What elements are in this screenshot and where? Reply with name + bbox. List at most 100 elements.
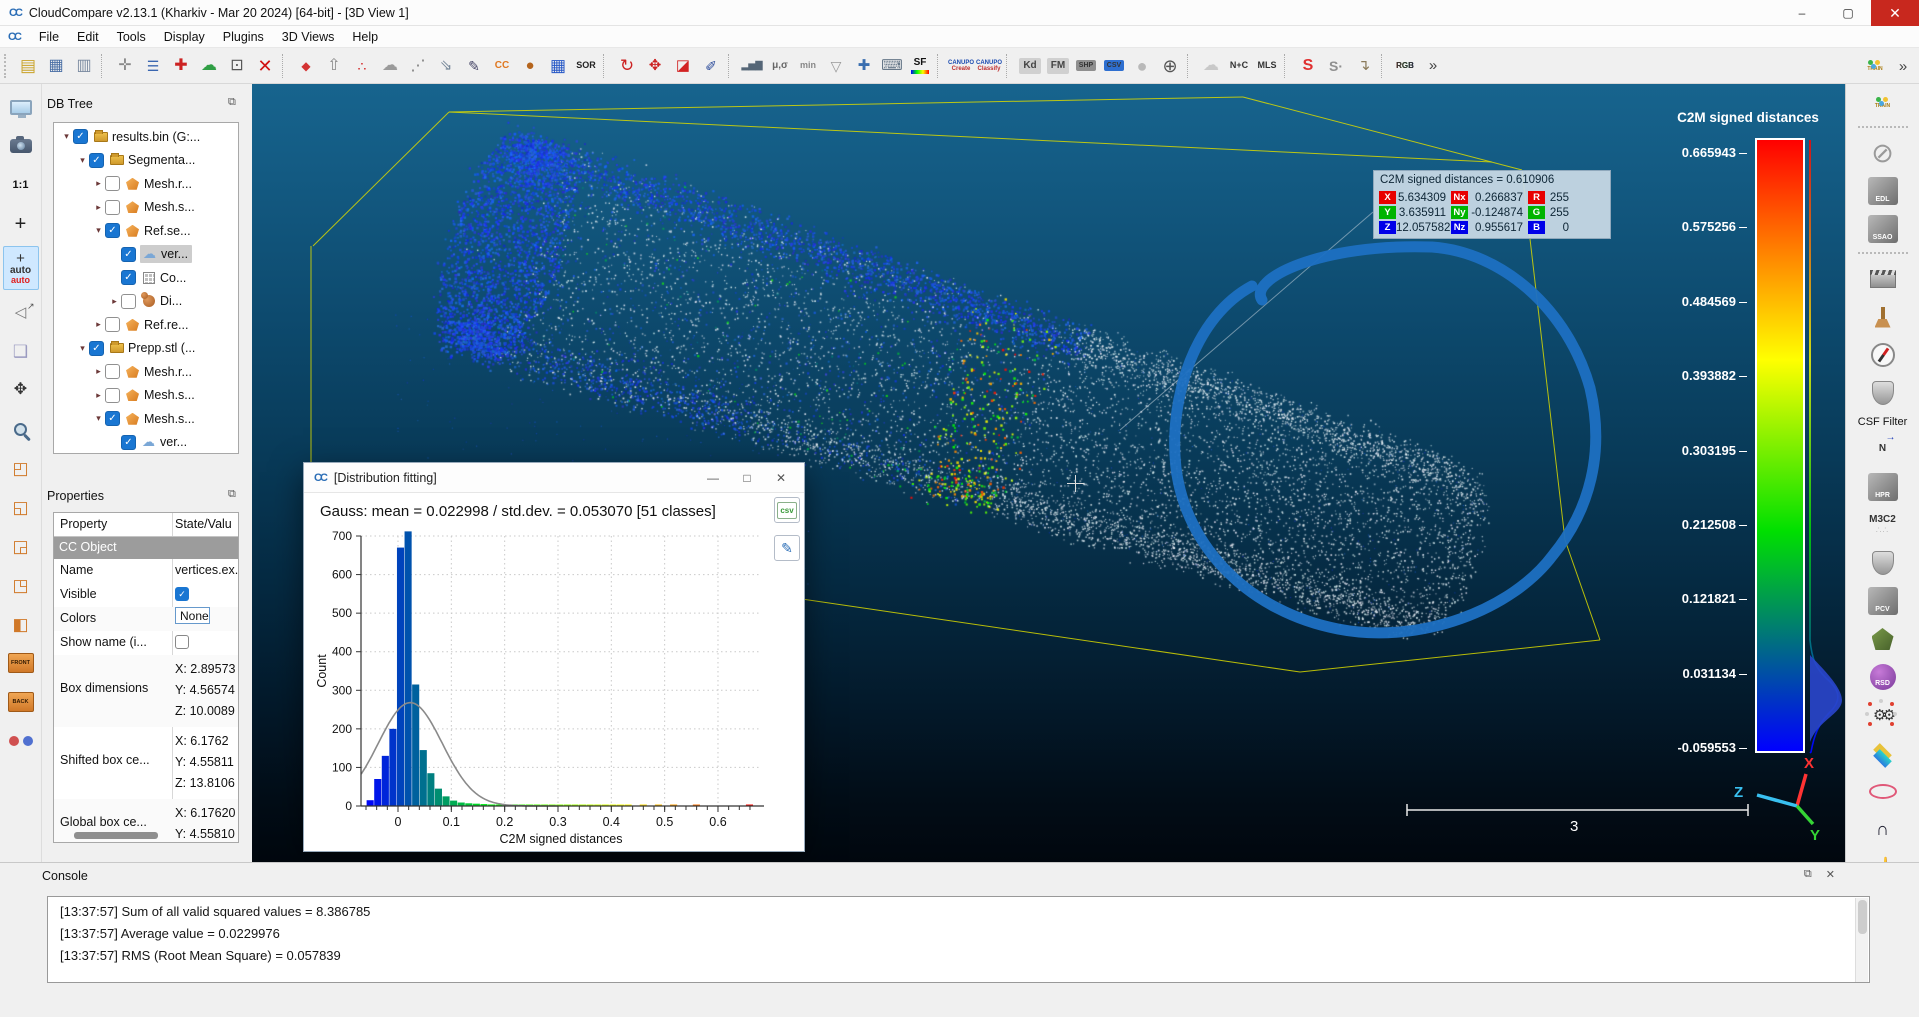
sf-color-scale[interactable]: SF xyxy=(906,52,934,80)
tree-checkbox[interactable]: ✓ xyxy=(89,341,104,356)
tree-checkbox[interactable]: ✓ xyxy=(105,411,120,426)
console-scrollbar[interactable] xyxy=(1855,898,1868,983)
tree-expand-arrow[interactable]: ▸ xyxy=(92,390,105,401)
console-log[interactable]: [13:37:57] Sum of all valid squared valu… xyxy=(47,896,1870,983)
perspective-cube[interactable]: ❑ xyxy=(3,334,39,368)
edl-shader[interactable]: EDL xyxy=(1864,174,1902,208)
fuse-entities[interactable]: ☁ xyxy=(195,52,223,80)
menu-file[interactable]: File xyxy=(30,30,68,44)
display-options[interactable] xyxy=(3,90,39,124)
clay-figure[interactable]: ● xyxy=(516,52,544,80)
delete-entity[interactable]: ✕ xyxy=(251,52,279,80)
tree-expand-arrow[interactable]: ▸ xyxy=(108,296,121,307)
view-iso[interactable]: ◧ xyxy=(3,607,39,641)
shield-plugin-a[interactable] xyxy=(1864,376,1902,410)
properties-list[interactable]: ☰ xyxy=(139,52,167,80)
screenshot-camera[interactable] xyxy=(3,129,39,163)
tree-checkbox[interactable]: ✓ xyxy=(105,223,120,238)
tree-checkbox[interactable] xyxy=(105,388,120,403)
tree-checkbox[interactable] xyxy=(105,317,120,332)
classification-gears[interactable]: ⚙⚙ xyxy=(1864,698,1902,732)
tree-expand-arrow[interactable]: ▾ xyxy=(92,413,105,424)
pick-rotation-center[interactable]: + xyxy=(3,207,39,241)
zoom-1-1[interactable]: 1:1 xyxy=(3,168,39,202)
view-bottom[interactable]: ◱ xyxy=(3,490,39,524)
property-value[interactable]: vertices.ex... xyxy=(172,559,238,583)
canupo-classify[interactable]: CANUPOClassify xyxy=(975,52,1003,80)
tree-expand-arrow[interactable]: ▸ xyxy=(92,178,105,189)
dialog-minimize-button[interactable]: — xyxy=(696,471,730,485)
visible-checkbox[interactable]: ✓ xyxy=(175,587,189,601)
auto-pick-rotation-center[interactable]: +autoauto xyxy=(3,246,39,290)
tree-item-mesh-s[interactable]: ▾✓Mesh.s... xyxy=(56,407,238,431)
pcv-plugin[interactable]: PCV xyxy=(1864,584,1902,618)
pour-transfer[interactable]: ↴ xyxy=(1350,52,1378,80)
globe-grid[interactable]: ⊕ xyxy=(1156,52,1184,80)
minimize-button[interactable]: – xyxy=(1779,0,1825,26)
m3c2-plugin[interactable]: M3C2 xyxy=(1864,508,1902,542)
tree-item-ref-re[interactable]: ▸Ref.re... xyxy=(56,313,238,337)
tree-item-ver[interactable]: ✓☁ver... xyxy=(56,243,238,267)
sphere-tool[interactable]: ● xyxy=(1128,52,1156,80)
close-button[interactable]: ✕ xyxy=(1871,0,1919,26)
console-line-0[interactable]: [13:37:57] Sum of all valid squared valu… xyxy=(48,901,1869,923)
colorbar-gradient[interactable] xyxy=(1755,138,1805,753)
interactive-transform[interactable]: ◆ xyxy=(292,52,320,80)
animation-plugin[interactable] xyxy=(1864,262,1902,296)
point-list-picking[interactable]: ✎ xyxy=(460,52,488,80)
align-cc[interactable]: CC xyxy=(488,52,516,80)
cross-section[interactable]: ◪ xyxy=(669,52,697,80)
interactive-rotation[interactable]: ↻ xyxy=(613,52,641,80)
primitive-factory[interactable]: ✛ xyxy=(111,52,139,80)
pan-view[interactable]: ✥ xyxy=(3,373,39,407)
tree-expand-arrow[interactable]: ▾ xyxy=(76,155,89,166)
console-line-1[interactable]: [13:37:57] Average value = 0.0229976 xyxy=(48,923,1869,945)
stat-params[interactable]: μ,σ xyxy=(766,52,794,80)
cloud-export-up[interactable]: ⇧ xyxy=(320,52,348,80)
subsample-cloud[interactable]: ⋰ xyxy=(404,52,432,80)
tree-item-mesh-s[interactable]: ▸Mesh.s... xyxy=(56,384,238,408)
console-line-2[interactable]: [13:37:57] RMS (Root Mean Square) = 0.05… xyxy=(48,945,1869,967)
shp-export[interactable]: SHP xyxy=(1072,52,1100,80)
noise-points[interactable]: ∴ xyxy=(348,52,376,80)
dialog-maximize-button[interactable]: □ xyxy=(730,471,764,485)
view-left[interactable]: ◲ xyxy=(3,529,39,563)
tree-checkbox[interactable]: ✓ xyxy=(89,153,104,168)
properties-float-icon[interactable]: ⧉ xyxy=(228,488,236,501)
tree-checkbox[interactable] xyxy=(121,294,136,309)
menu-3d-views[interactable]: 3D Views xyxy=(273,30,344,44)
show-name-checkbox[interactable] xyxy=(175,635,189,649)
menu-help[interactable]: Help xyxy=(343,30,387,44)
tree-expand-arrow[interactable]: ▾ xyxy=(60,131,73,142)
spline-red[interactable]: S xyxy=(1294,52,1322,80)
open-file[interactable]: ▤ xyxy=(14,52,42,80)
tree-expand-arrow[interactable]: ▾ xyxy=(76,343,89,354)
ssao-shader[interactable]: SSAO xyxy=(1864,212,1902,246)
properties-hscrollbar[interactable] xyxy=(74,832,158,839)
merge-clouds[interactable]: ✚ xyxy=(167,52,195,80)
sf-add[interactable]: ✚ xyxy=(850,52,878,80)
sf-calculator[interactable]: ⌨ xyxy=(878,52,906,80)
tree-item-co[interactable]: ✓Co... xyxy=(56,266,238,290)
dialog-title-bar[interactable]: CC [Distribution fitting] — □ ✕ xyxy=(304,463,804,493)
tree-checkbox[interactable]: ✓ xyxy=(121,435,136,450)
density-cloud[interactable]: ☁ xyxy=(376,52,404,80)
tree-checkbox[interactable] xyxy=(105,364,120,379)
min-distance[interactable]: min xyxy=(794,52,822,80)
view-top[interactable]: ◰ xyxy=(3,451,39,485)
fm-plugin[interactable]: FM xyxy=(1044,52,1072,80)
mls-smooth[interactable]: MLS xyxy=(1253,52,1281,80)
tree-item-ver[interactable]: ✓☁ver... xyxy=(56,431,238,455)
save-shift[interactable]: ▥ xyxy=(70,52,98,80)
tree-item-ref-se[interactable]: ▾✓Ref.se... xyxy=(56,219,238,243)
rsd-plugin[interactable]: RSD xyxy=(1864,660,1902,694)
maximize-button[interactable]: ▢ xyxy=(1825,0,1871,26)
compass-plugin[interactable] xyxy=(1864,338,1902,372)
view-front[interactable]: FRONT xyxy=(3,646,39,680)
save-file[interactable]: ▦ xyxy=(42,52,70,80)
tree-checkbox[interactable] xyxy=(105,200,120,215)
console-float-icon[interactable]: ⧉ xyxy=(1804,868,1812,881)
tree-item-mesh-s[interactable]: ▸Mesh.s... xyxy=(56,196,238,220)
tree-item-mesh-r[interactable]: ▸Mesh.r... xyxy=(56,172,238,196)
dialog-close-button[interactable]: ✕ xyxy=(764,471,798,485)
